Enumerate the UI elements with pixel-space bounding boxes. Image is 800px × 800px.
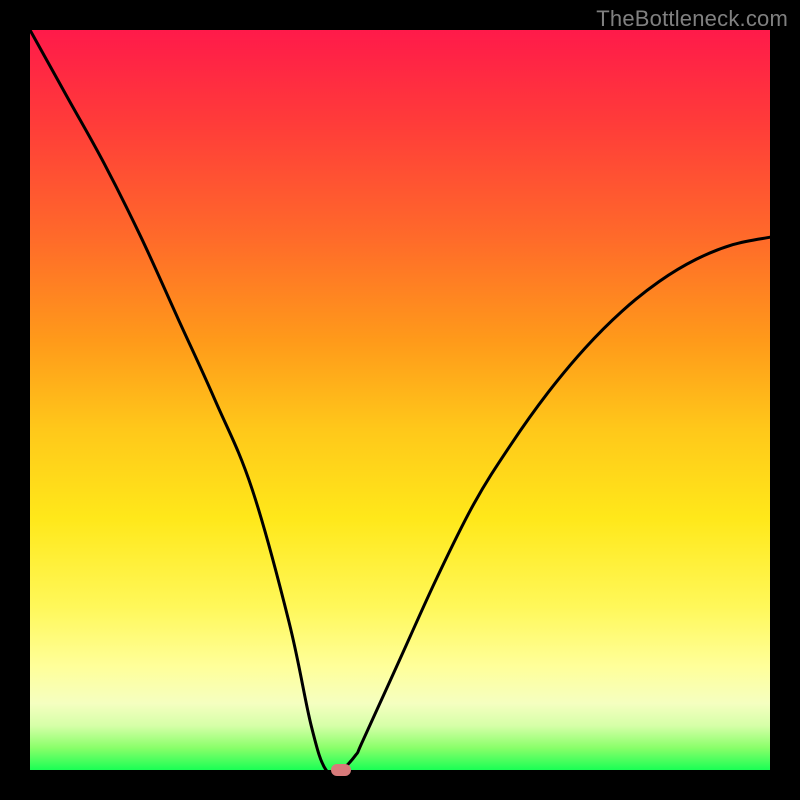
bottleneck-curve bbox=[30, 30, 770, 770]
minimum-marker bbox=[331, 764, 351, 776]
plot-area bbox=[30, 30, 770, 770]
chart-frame: TheBottleneck.com bbox=[0, 0, 800, 800]
watermark-text: TheBottleneck.com bbox=[596, 6, 788, 32]
